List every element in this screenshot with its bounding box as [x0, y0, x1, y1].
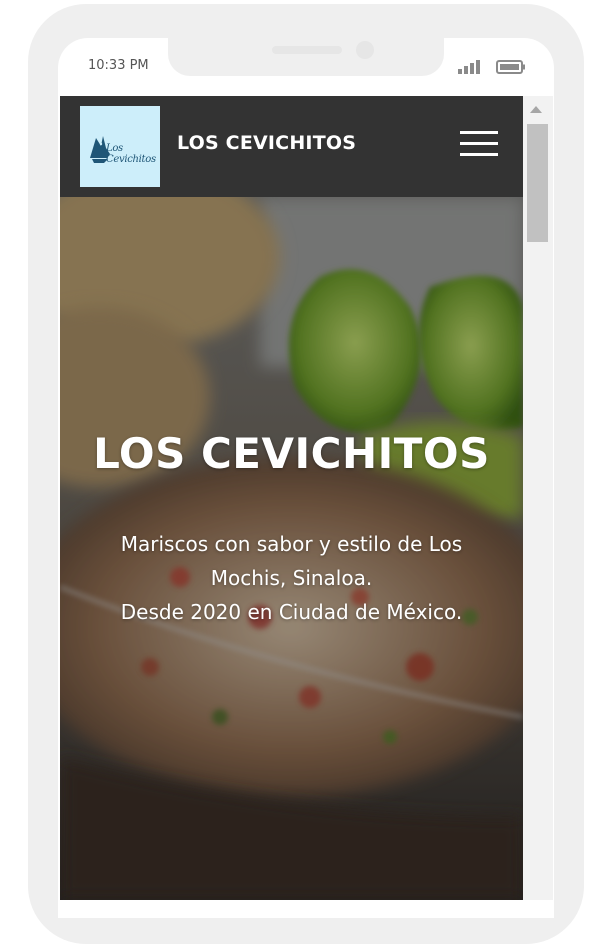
logo[interactable]: Los Cevichitos	[80, 106, 160, 187]
scroll-up-arrow-icon[interactable]	[530, 106, 542, 113]
hamburger-menu-icon[interactable]	[458, 128, 502, 160]
hero-subtitle: Mariscos con sabor y estilo de Los Mochi…	[80, 527, 503, 629]
brand-name[interactable]: LOS CEVICHITOS	[177, 132, 356, 154]
battery-icon	[496, 60, 525, 74]
web-viewport: Los Cevichitos LOS CEVICHITOS LOS CEVICH…	[60, 96, 523, 900]
hero-section: LOS CEVICHITOS Mariscos con sabor y esti…	[60, 197, 523, 900]
hero-subtitle-line: Desde 2020 en Ciudad de México.	[120, 600, 463, 624]
camera-icon	[356, 41, 374, 59]
navbar: Los Cevichitos LOS CEVICHITOS	[60, 96, 523, 197]
logo-text: Los Cevichitos	[106, 143, 156, 165]
hero-title: LOS CEVICHITOS	[93, 429, 490, 478]
hero-subtitle-line: Mariscos con sabor y estilo de Los	[120, 532, 463, 556]
status-time: 10:33 PM	[88, 58, 149, 73]
phone-speaker	[272, 46, 342, 54]
scrollbar-thumb[interactable]	[527, 124, 548, 242]
hero-subtitle-line: Mochis, Sinaloa.	[210, 566, 373, 590]
signal-bars-icon	[458, 60, 480, 74]
phone-notch	[168, 36, 444, 76]
